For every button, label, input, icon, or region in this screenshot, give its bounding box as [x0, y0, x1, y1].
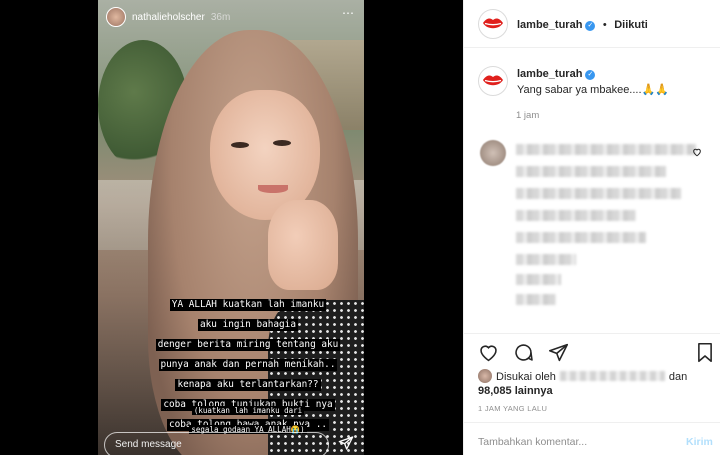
post-actions — [478, 342, 569, 368]
blurred-text — [516, 144, 696, 155]
blurred-text — [516, 188, 681, 199]
lips-logo-avatar-caption[interactable] — [478, 66, 508, 96]
liker-avatar[interactable] — [478, 369, 492, 383]
caption-text: lambe_turah ✓ Yang sabar ya mbakee....🙏🙏 — [517, 66, 669, 98]
caption-line: denger berita miring tentang aku — [155, 339, 341, 351]
media-viewer: nathalieholscher 36m ⋯ YA ALLAH kuatkan … — [0, 0, 463, 455]
story-avatar[interactable] — [106, 7, 126, 27]
follow-status-button[interactable]: Diikuti — [614, 19, 648, 31]
comment-like-heart-icon[interactable] — [692, 144, 702, 162]
comment-icon[interactable] — [513, 342, 534, 368]
blurred-text — [516, 166, 666, 177]
blurred-liker-name[interactable] — [559, 371, 665, 381]
story-caption-small: (kuatkan lah imanku dari segala godaan Y… — [136, 398, 360, 436]
bookmark-icon[interactable] — [696, 342, 714, 368]
caption-line: punya anak dan pernah menikah.. — [158, 359, 338, 371]
story-username[interactable]: nathalieholscher — [132, 12, 205, 23]
lips-logo-avatar[interactable] — [478, 8, 508, 39]
commenter-avatar[interactable] — [480, 140, 506, 166]
story-eye-right — [273, 140, 291, 146]
share-icon[interactable] — [548, 342, 569, 368]
separator-dot: • — [602, 18, 607, 31]
caption-line: kenapa aku terlantarkan?? — [175, 379, 321, 391]
liked-by-prefix: Disukai oleh — [496, 371, 556, 383]
caption-time: 1 jam — [516, 110, 540, 121]
blurred-text — [516, 254, 576, 265]
likes-summary: Disukai oleh dan 98,085 lainnya — [478, 369, 714, 398]
verified-badge-icon: ✓ — [585, 20, 596, 31]
post-comment-button[interactable]: Kirim — [686, 436, 713, 448]
likes-count[interactable]: 98,085 — [478, 385, 512, 397]
comment-input[interactable]: Tambahkan komentar... — [478, 436, 587, 448]
caption-body: Yang sabar ya mbakee....🙏🙏 — [517, 84, 669, 96]
blurred-text — [516, 210, 636, 221]
add-comment-bar: Tambahkan komentar... Kirim — [464, 422, 720, 455]
posted-time[interactable]: 1 JAM YANG LALU — [478, 404, 547, 413]
caption-line: YA ALLAH kuatkan lah imanku — [169, 299, 327, 311]
verified-badge-icon: ✓ — [585, 70, 596, 80]
divider — [464, 333, 720, 334]
post-header: lambe_turah ✓ • Diikuti — [464, 0, 720, 48]
post-panel: lambe_turah ✓ • Diikuti lambe_turah ✓ Yang… — [463, 0, 720, 455]
post-caption-block: lambe_turah ✓ Yang sabar ya mbakee....🙏🙏 — [478, 66, 669, 98]
heart-icon[interactable] — [478, 342, 499, 368]
story-time: 36m — [210, 11, 231, 23]
story-header: nathalieholscher 36m — [106, 7, 230, 27]
story-eye-left — [231, 142, 249, 148]
send-icon[interactable] — [338, 435, 354, 455]
caption-small-line: (kuatkan lah imanku dari — [191, 406, 305, 415]
story-hand — [268, 200, 338, 290]
author-username[interactable]: lambe_turah — [517, 19, 582, 31]
send-message-input[interactable]: Send message — [104, 432, 329, 455]
caption-author[interactable]: lambe_turah — [517, 68, 582, 80]
blurred-text — [516, 294, 556, 305]
story-more-icon[interactable]: ⋯ — [342, 6, 355, 20]
story-mouth — [258, 185, 288, 193]
caption-line: aku ingin bahagia — [198, 319, 298, 331]
blurred-text — [516, 232, 646, 243]
liked-by-and: dan — [668, 371, 688, 383]
blurred-text — [516, 274, 561, 285]
likes-suffix[interactable]: lainnya — [515, 385, 553, 397]
